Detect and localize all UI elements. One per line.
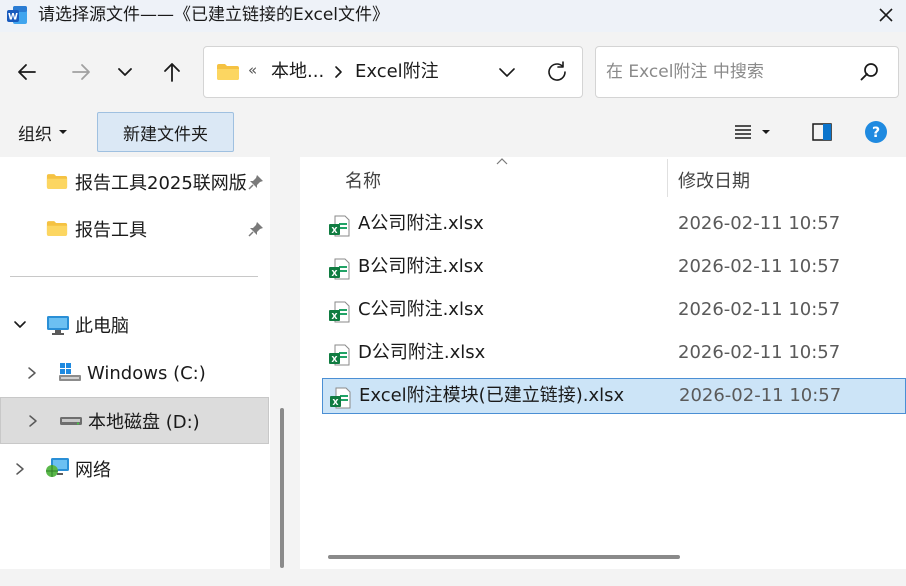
- sidebar-item-windows-c[interactable]: Windows (C:): [0, 350, 270, 396]
- file-date: 2026-02-11 10:57: [678, 213, 841, 234]
- address-bar[interactable]: « 本地... Excel附注: [203, 46, 583, 98]
- sort-ascending-icon: [496, 158, 508, 165]
- sidebar-item-network[interactable]: 网络: [0, 446, 270, 492]
- title-bar: W 请选择源文件——《已建立链接的Excel文件》: [0, 0, 906, 32]
- excel-file-icon: X: [329, 344, 350, 366]
- back-arrow-icon: [18, 64, 36, 80]
- sidebar-item-label: 报告工具2025联网版: [75, 173, 247, 194]
- sidebar-item-label: 网络: [75, 460, 111, 481]
- file-row[interactable]: X A公司附注.xlsx 2026-02-11 10:57: [322, 207, 906, 243]
- svg-text:X: X: [332, 398, 339, 407]
- file-row[interactable]: X D公司附注.xlsx 2026-02-11 10:57: [322, 336, 906, 372]
- chevron-right-icon[interactable]: [27, 414, 39, 428]
- sidebar-item-label: Windows (C:): [87, 362, 206, 384]
- column-header-name[interactable]: 名称: [345, 167, 381, 193]
- close-button[interactable]: [870, 2, 902, 28]
- windows-drive-icon: [59, 363, 81, 381]
- file-date: 2026-02-11 10:57: [678, 299, 841, 320]
- svg-text:W: W: [8, 13, 18, 23]
- sidebar-item-this-pc[interactable]: 此电脑: [0, 302, 270, 348]
- view-options-button[interactable]: [733, 120, 783, 144]
- address-overflow-button[interactable]: «: [248, 61, 257, 79]
- chevron-right-icon[interactable]: [333, 63, 345, 81]
- up-arrow-icon: [164, 63, 180, 82]
- file-date: 2026-02-11 10:57: [678, 342, 841, 363]
- svg-text:X: X: [331, 312, 338, 321]
- breadcrumb-excel-notes[interactable]: Excel附注: [355, 60, 439, 84]
- search-box[interactable]: [595, 46, 899, 98]
- horizontal-scrollbar[interactable]: [328, 555, 680, 559]
- sidebar-item-local-disk-d[interactable]: 本地磁盘 (D:): [0, 397, 269, 444]
- column-divider[interactable]: [667, 159, 668, 197]
- sidebar-item-report-tools[interactable]: 报告工具: [0, 206, 270, 252]
- navigation-pane: 报告工具2025联网版 报告工具 此电脑 Windows (C:) 本地磁盘 (…: [0, 157, 284, 569]
- folder-icon: [46, 221, 68, 236]
- search-input[interactable]: [606, 60, 846, 84]
- svg-text:X: X: [331, 226, 338, 235]
- file-row[interactable]: X C公司附注.xlsx 2026-02-11 10:57: [322, 293, 906, 329]
- organize-label: 组织: [18, 124, 52, 145]
- file-date: 2026-02-11 10:57: [678, 256, 841, 277]
- file-name: D公司附注.xlsx: [358, 342, 486, 363]
- forward-arrow-icon: [72, 64, 90, 80]
- svg-text:X: X: [331, 269, 338, 278]
- sidebar-item-label: 此电脑: [75, 316, 129, 337]
- column-header-date[interactable]: 修改日期: [678, 167, 750, 193]
- chevron-down-icon[interactable]: [496, 61, 518, 83]
- organize-button[interactable]: 组织: [18, 118, 68, 146]
- sidebar-item-label: 报告工具: [75, 220, 147, 241]
- file-date: 2026-02-11 10:57: [679, 385, 842, 406]
- caret-down-icon: [762, 130, 770, 134]
- svg-text:X: X: [331, 355, 338, 364]
- excel-file-icon: X: [329, 301, 350, 323]
- file-row[interactable]: X B公司附注.xlsx 2026-02-11 10:57: [322, 250, 906, 286]
- file-list: 名称 修改日期 X A公司附注.xlsx 2026-02-11 10:57 X …: [300, 157, 906, 569]
- back-button[interactable]: [12, 57, 42, 87]
- close-icon: [879, 8, 893, 22]
- sidebar-item-label: 本地磁盘 (D:): [88, 411, 200, 433]
- drive-icon: [60, 417, 82, 425]
- recent-locations-button[interactable]: [110, 57, 140, 87]
- new-folder-button[interactable]: 新建文件夹: [97, 112, 234, 152]
- file-name: B公司附注.xlsx: [358, 256, 484, 277]
- breadcrumb-local[interactable]: 本地...: [271, 60, 324, 84]
- pin-icon[interactable]: [248, 174, 264, 190]
- folder-icon: [46, 174, 68, 189]
- monitor-icon: [47, 316, 69, 335]
- caret-down-icon: [59, 130, 67, 134]
- chevron-down-icon: [118, 68, 132, 76]
- divider: [10, 276, 258, 277]
- forward-button[interactable]: [66, 57, 96, 87]
- chevron-down-icon[interactable]: [12, 318, 28, 332]
- chevron-right-icon[interactable]: [26, 366, 38, 380]
- file-name: Excel附注模块(已建立链接).xlsx: [359, 385, 625, 406]
- chevron-right-icon[interactable]: [14, 462, 26, 476]
- sidebar-item-report-tools-2025[interactable]: 报告工具2025联网版: [0, 159, 270, 205]
- folder-icon: [217, 64, 239, 80]
- network-icon: [46, 458, 69, 477]
- file-name: A公司附注.xlsx: [358, 213, 484, 234]
- word-icon: W: [7, 6, 27, 24]
- list-view-icon: [735, 125, 751, 139]
- refresh-icon[interactable]: [544, 59, 570, 85]
- dialog-footer-edge: [0, 569, 906, 586]
- pin-icon[interactable]: [248, 221, 264, 237]
- help-icon[interactable]: ?: [864, 120, 888, 144]
- window-title: 请选择源文件——《已建立链接的Excel文件》: [38, 5, 390, 25]
- file-row-selected[interactable]: X Excel附注模块(已建立链接).xlsx 2026-02-11 10:57: [322, 378, 906, 414]
- excel-file-icon: X: [330, 387, 351, 409]
- sidebar-scrollbar[interactable]: [280, 408, 284, 568]
- search-icon[interactable]: [858, 60, 882, 84]
- up-button[interactable]: [157, 57, 187, 87]
- preview-pane-icon[interactable]: [811, 121, 833, 143]
- pane-splitter[interactable]: [270, 157, 300, 569]
- file-name: C公司附注.xlsx: [358, 299, 484, 320]
- excel-file-icon: X: [329, 215, 350, 237]
- excel-file-icon: X: [329, 258, 350, 280]
- svg-text:?: ?: [872, 125, 880, 141]
